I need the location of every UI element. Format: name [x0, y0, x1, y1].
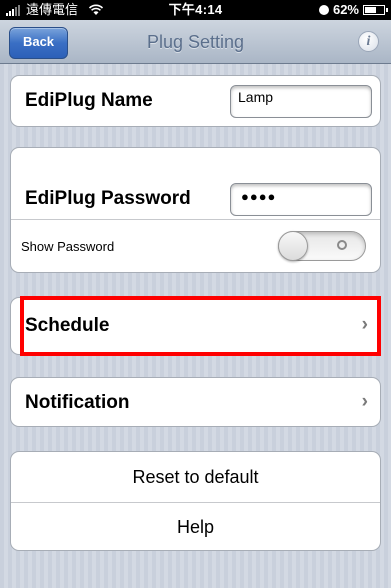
status-bar: 遠傳電信 下午4:14 62% — [0, 0, 391, 20]
help-button[interactable]: Help — [11, 502, 380, 550]
highlight-box — [20, 296, 381, 356]
battery-icon — [363, 5, 388, 15]
notification-section: Notification › — [10, 377, 381, 427]
notification-label: Notification — [25, 392, 130, 413]
navigation-bar: Plug Setting Back i — [0, 20, 391, 64]
name-section: EdiPlug Name Lamp — [10, 75, 381, 127]
show-password-row: Show Password — [11, 219, 380, 272]
toggle-off-icon — [337, 240, 347, 250]
show-password-label: Show Password — [21, 239, 115, 254]
password-row: EdiPlug Password ●●●● — [11, 148, 380, 219]
name-label: EdiPlug Name — [25, 90, 153, 111]
rotation-lock-icon — [318, 5, 329, 15]
chevron-right-icon: › — [361, 391, 368, 412]
back-button[interactable]: Back — [9, 27, 68, 59]
reset-to-default-button[interactable]: Reset to default — [11, 452, 380, 502]
name-row: EdiPlug Name Lamp — [11, 76, 380, 126]
actions-section: Reset to default Help — [10, 451, 381, 551]
password-label: EdiPlug Password — [25, 188, 191, 209]
battery-percent: 62% — [332, 2, 359, 17]
info-icon[interactable]: i — [358, 31, 379, 52]
toggle-knob — [278, 231, 308, 261]
password-section: EdiPlug Password ●●●● Show Password — [10, 147, 381, 273]
show-password-toggle[interactable] — [278, 231, 366, 261]
name-input[interactable]: Lamp — [230, 85, 372, 118]
notification-row[interactable]: Notification › — [11, 378, 380, 426]
status-right: 62% — [318, 0, 388, 20]
password-input[interactable]: ●●●● — [230, 183, 372, 216]
